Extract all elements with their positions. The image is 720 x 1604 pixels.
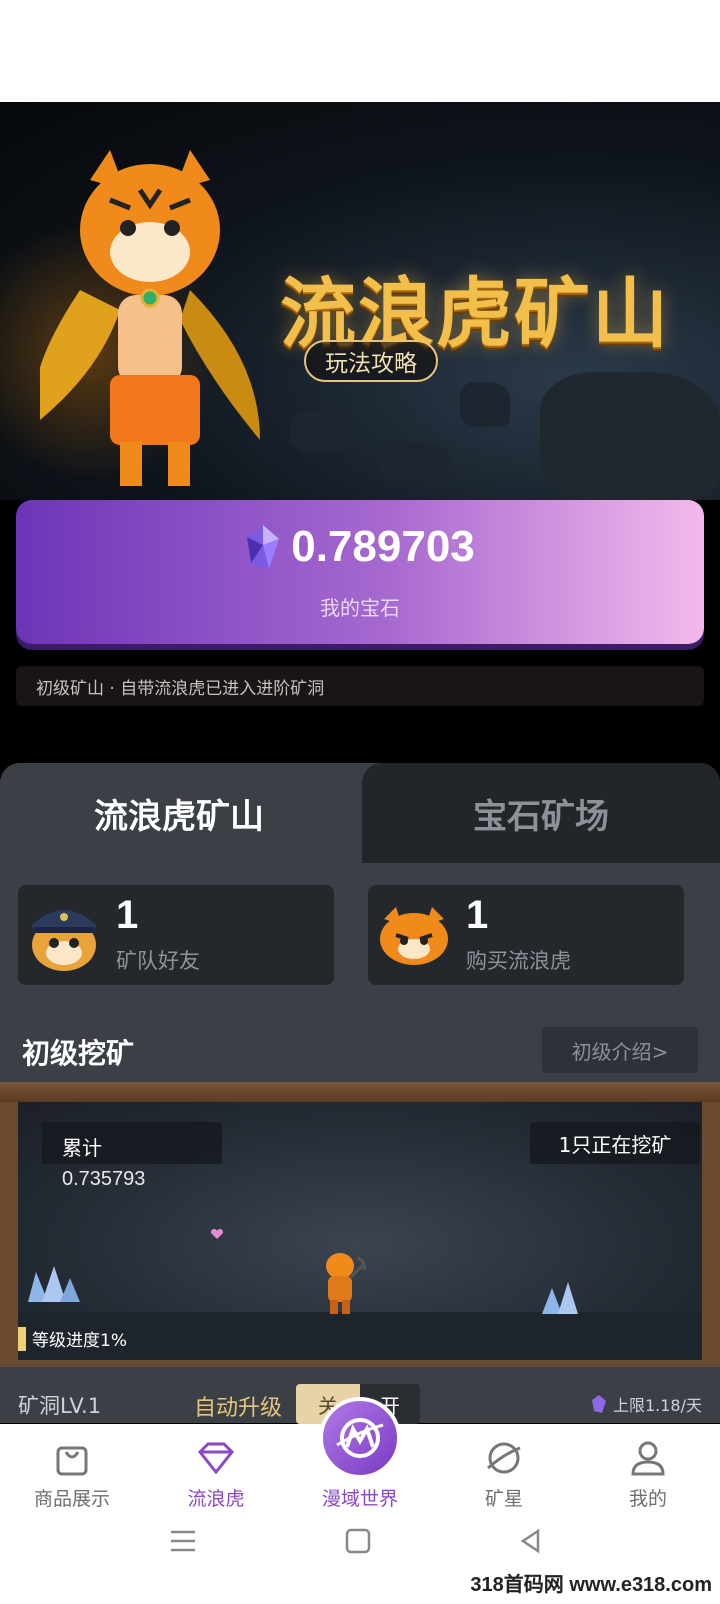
accumulated-value: 0.735793 [62,1168,146,1190]
tiger-mascot-illustration [40,150,260,486]
nav-label-planet: 矿星 [484,1488,523,1510]
gem-balance-card: 0.789703 我的宝石 [16,500,704,644]
menu-icon[interactable] [168,1528,198,1554]
nav-item-me[interactable]: 我的 [576,1424,720,1516]
level-progress-bar [18,1326,26,1351]
status-bar [0,0,720,102]
home-icon[interactable] [344,1527,372,1555]
daily-limit: 上限1.18/天 [591,1392,702,1416]
gem-value-row: 0.789703 [16,522,704,572]
nav-label-world: 漫域世界 [321,1488,398,1510]
cave-level: 矿洞LV.1 [18,1394,102,1418]
tiger-face-avatar-icon [380,907,448,965]
team-friends-count: 1 [116,893,139,937]
tab-gem-mine[interactable]: 宝石矿场 [362,763,720,863]
gem-balance-label: 我的宝石 [320,596,400,620]
team-friends-label: 矿队好友 [116,949,200,973]
planet-ring-icon [487,1442,521,1474]
section-title: 初级挖矿 [22,1037,135,1070]
mining-tiger-sprite [326,1253,366,1314]
user-icon [631,1441,665,1476]
rock-decoration [290,412,350,452]
intro-button[interactable]: 初级介绍> [542,1027,698,1073]
gameplay-guide-button[interactable]: 玩法攻略 [304,340,438,382]
gem-icon [197,1442,235,1475]
nav-label-me: 我的 [628,1488,667,1510]
purchased-tigers-count: 1 [466,893,489,937]
gem-icon [591,1395,606,1413]
rock-decoration [460,382,510,427]
auto-upgrade-label: 自动升级 [194,1396,283,1421]
wood-frame-top [0,1082,720,1102]
nav-item-planet[interactable]: 矿星 [432,1424,576,1516]
rock-decoration [540,372,720,500]
stat-purchased-tigers[interactable]: 1 购买流浪虎 [368,885,684,985]
police-tiger-avatar-icon [32,910,96,971]
planet-icon [336,1418,384,1458]
nav-label-products: 商品展示 [33,1488,110,1510]
daily-limit-text: 上限1.18/天 [612,1396,702,1415]
nav-item-tiger[interactable]: 流浪虎 [144,1424,288,1516]
gem-balance-value: 0.789703 [291,522,475,571]
mining-status: 1只正在挖矿 [530,1122,700,1164]
world-center-button[interactable] [319,1397,401,1479]
bag-icon [56,1446,88,1476]
hero-banner: 流浪虎矿山 玩法攻略 [0,102,720,500]
screen: { "banner": { "title": "流浪虎矿山", "guide_b… [0,0,720,1604]
level-progress: 等级进度1% [18,1326,127,1351]
heart-gem-icon [211,1229,223,1239]
rock-decoration [380,442,450,482]
mine-cave: 累计 0.735793 1只正在挖矿 [18,1102,702,1360]
stat-team-friends[interactable]: 1 矿队好友 [18,885,334,985]
notice-bar: 初级矿山 · 自带流浪虎已进入进阶矿洞 [16,666,704,706]
tab-tiger-mine[interactable]: 流浪虎矿山 [0,763,358,863]
accumulated-label: 累计 [62,1136,102,1160]
watermark: 318首码网 www.e318.com [470,1574,712,1596]
crystal-cluster-icon [542,1282,578,1314]
crystal-cluster-icon [28,1266,80,1302]
gem-icon [247,525,280,569]
nav-label-tiger: 流浪虎 [187,1488,245,1510]
level-progress-text: 等级进度1% [32,1331,127,1351]
back-icon[interactable] [518,1528,544,1554]
mine-scene: 累计 0.735793 1只正在挖矿 等级进度1% [0,1082,720,1367]
purchased-tigers-label: 购买流浪虎 [466,949,571,973]
nav-item-products[interactable]: 商品展示 [0,1424,144,1516]
